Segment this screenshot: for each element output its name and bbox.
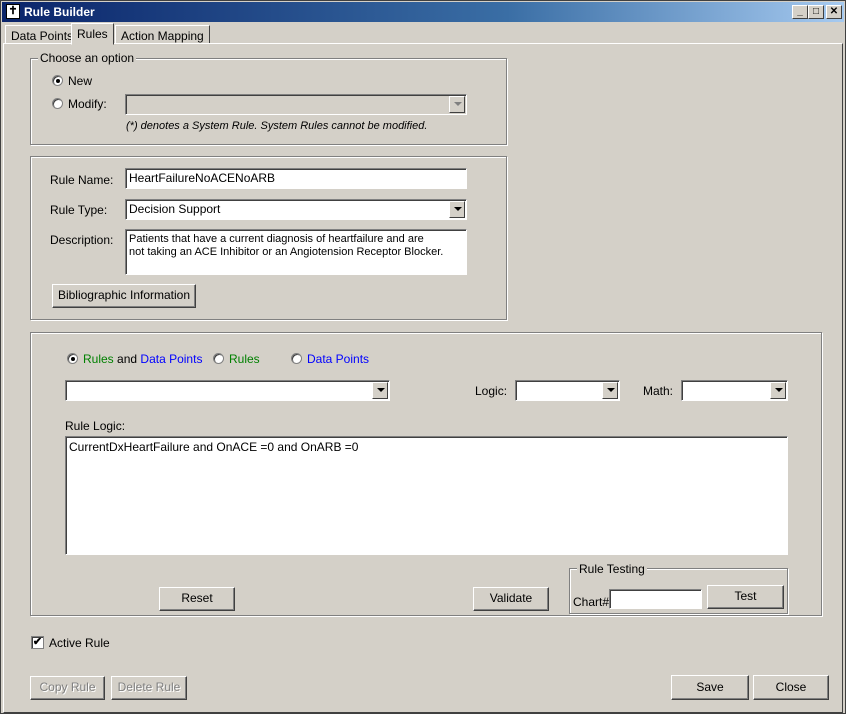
filter-rules-and-datapoints-label: Rules and Data Points [83,352,202,366]
new-radio[interactable] [52,75,63,86]
rule-name-input[interactable]: HeartFailureNoACENoARB [125,168,467,189]
rule-type-label: Rule Type: [50,203,108,217]
math-select[interactable] [681,380,788,401]
and-word: and [117,352,138,366]
reset-button[interactable]: Reset [159,587,235,611]
filter-datapoints-radio[interactable] [291,353,302,364]
close-button[interactable]: Close [753,675,829,700]
modify-radio[interactable] [52,98,63,109]
validate-button[interactable]: Validate [473,587,549,611]
test-button[interactable]: Test [707,585,784,609]
chevron-down-icon [372,382,388,399]
window-title: Rule Builder [24,5,95,19]
copy-rule-button[interactable]: Copy Rule [30,676,105,700]
chevron-down-icon [770,382,786,399]
chart-number-label: Chart# [573,595,610,609]
bibliographic-info-button[interactable]: Bibliographic Information [52,284,196,308]
delete-rule-button[interactable]: Delete Rule [111,676,187,700]
math-label: Math: [643,384,674,398]
active-rule-checkbox[interactable]: ✔ [31,636,44,649]
filter-rules-label: Rules [229,352,260,366]
modify-rule-select[interactable] [125,94,467,115]
rule-builder-window: ✝ Rule Builder _ □ ✕ Data Points Rules A… [0,0,846,714]
rule-type-select[interactable]: Decision Support [125,199,467,220]
logic-label: Logic: [475,384,508,398]
tab-rules[interactable]: Rules [71,23,114,45]
chart-number-input[interactable] [609,589,702,609]
active-rule-label: Active Rule [49,636,110,650]
chevron-down-icon [449,201,465,218]
filter-rules-radio[interactable] [213,353,224,364]
rule-logic-textarea[interactable]: CurrentDxHeartFailure and OnACE =0 and O… [65,436,788,555]
rule-type-value: Decision Support [129,202,221,216]
rule-testing-legend: Rule Testing [577,562,647,576]
minimize-button[interactable]: _ [792,5,808,19]
description-textarea[interactable]: Patients that have a current diagnosis o… [125,229,467,275]
filter-datapoints-label: Data Points [307,352,370,366]
save-button[interactable]: Save [671,675,749,700]
tab-data-points[interactable]: Data Points [5,25,80,44]
title-bar[interactable]: ✝ Rule Builder _ □ ✕ [2,2,844,22]
datapoints-word: Data Points [140,352,203,366]
filter-rules-and-datapoints-radio[interactable] [67,353,78,364]
rule-datapoint-select[interactable] [65,380,390,401]
maximize-button[interactable]: □ [808,5,824,19]
rule-name-label: Rule Name: [50,173,114,187]
logic-select[interactable] [515,380,620,401]
modify-label: Modify: [68,97,107,111]
rule-logic-label: Rule Logic: [65,419,126,433]
close-window-button[interactable]: ✕ [826,5,842,19]
chevron-down-icon [602,382,618,399]
description-label: Description: [50,233,114,247]
chevron-down-icon [449,96,465,113]
app-icon: ✝ [6,4,20,19]
rules-word: Rules [83,352,114,366]
new-label: New [68,74,93,88]
choose-option-legend: Choose an option [38,51,137,65]
tab-action-mapping[interactable]: Action Mapping [115,25,210,44]
system-rule-note: (*) denotes a System Rule. System Rules … [126,120,428,132]
